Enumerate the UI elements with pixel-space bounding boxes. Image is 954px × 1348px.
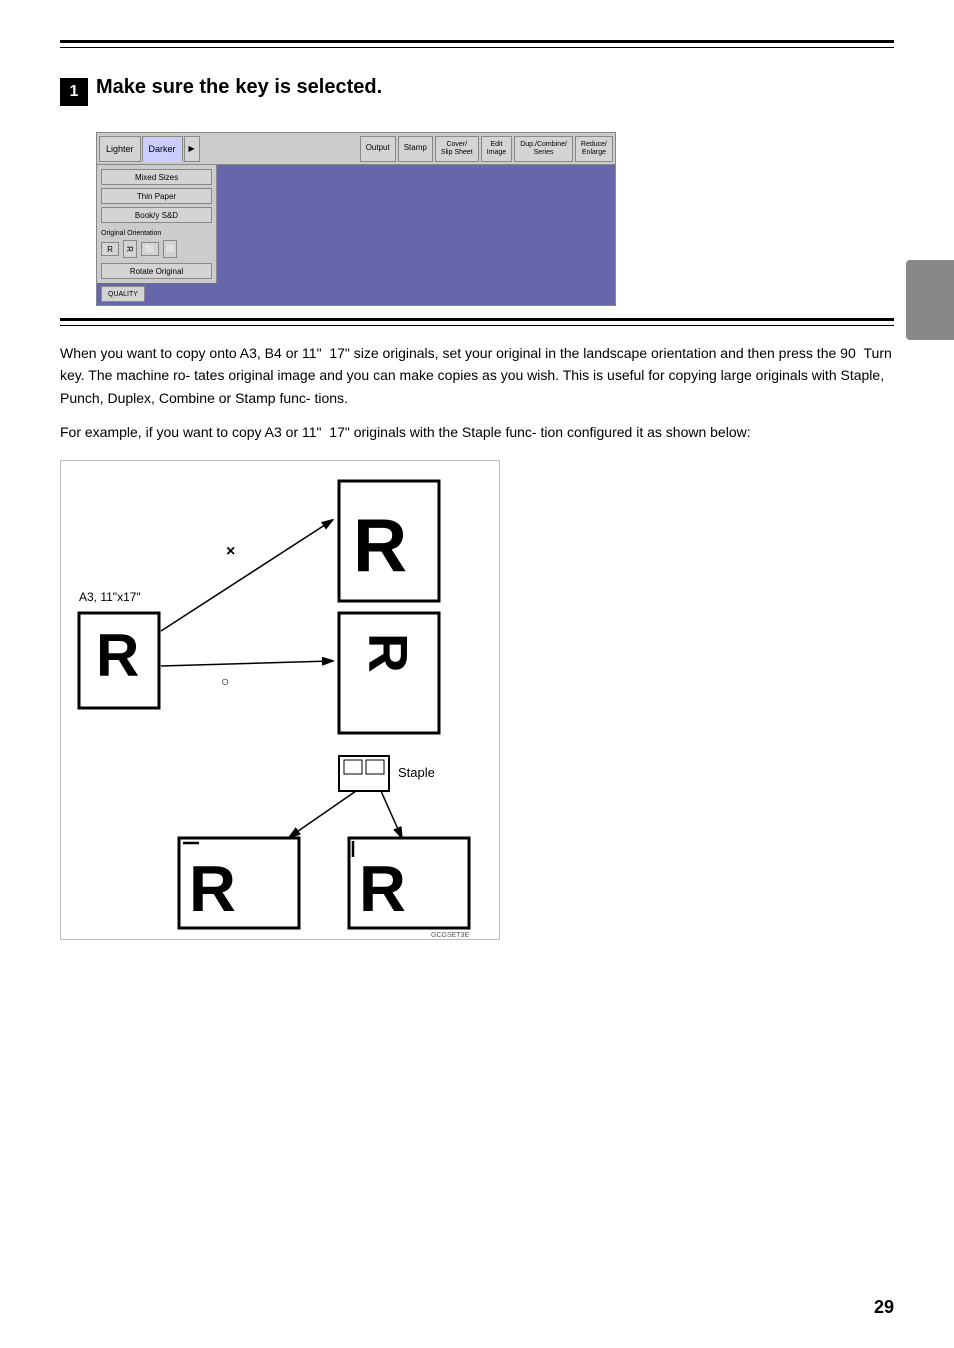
ui-btn-dup[interactable]: Dup./Combine/Series [514, 136, 573, 162]
bottom-right-r-letter: R [359, 852, 406, 925]
step-text-before: Make sure the [96, 76, 229, 99]
diagram-code: GCGSET3E [431, 932, 469, 939]
body-paragraph-2: For example, if you want to copy A3 or 1… [60, 421, 894, 443]
ui-toolbar: Lighter Darker ▶ Output Stamp Cover/Slip… [97, 133, 615, 165]
step-1-box: 1 Make sure the key is selected. [60, 66, 894, 116]
body-paragraph-1: When you want to copy onto A3, B4 or 11"… [60, 342, 894, 409]
step-number: 1 [60, 78, 88, 106]
ui-btn-thin-paper[interactable]: Thin Paper [101, 188, 212, 204]
top-separator [60, 40, 894, 48]
ui-btn-book[interactable]: Book/y S&D [101, 207, 212, 223]
ui-content: Mixed Sizes Thin Paper Book/y S&D Origin… [97, 165, 615, 283]
mid-right-r-rotated: R [357, 633, 419, 673]
arrow-o-line [161, 661, 331, 666]
ui-btn-mixed-sizes[interactable]: Mixed Sizes [101, 169, 212, 185]
top-right-r-letter: R [353, 503, 407, 587]
step-text-after: key is selected. [235, 76, 382, 99]
ui-orient-btn-1[interactable]: R [101, 242, 119, 256]
arrow-staple-left [291, 791, 356, 836]
ui-orient-btn-2[interactable]: R [123, 240, 137, 258]
bottom-left-r-letter: R [189, 852, 236, 925]
ui-btn-reduce[interactable]: Reduce/Enlarge [575, 136, 613, 162]
ui-btn-stamp[interactable]: Stamp [398, 136, 433, 162]
ui-toolbar-right: Output Stamp Cover/Slip Sheet EditImage … [360, 133, 613, 164]
diagram-label: A3, 11"x17" [79, 590, 141, 604]
ui-btn-edit[interactable]: EditImage [481, 136, 512, 162]
diagram-svg: A3, 11"x17" R R × ○ R Staple [61, 461, 501, 941]
arrow-x-line [161, 521, 331, 631]
section-separator-thick [60, 318, 894, 321]
ui-btn-cover[interactable]: Cover/Slip Sheet [435, 136, 479, 162]
ui-orientation-label: Original Orientation [101, 230, 212, 237]
ui-right-area [217, 165, 615, 283]
staple-icon-inner2 [366, 760, 384, 774]
ui-orient-btn-3[interactable]: ⬜ [141, 242, 159, 256]
thick-line [60, 40, 894, 43]
ui-left-panel: Mixed Sizes Thin Paper Book/y S&D Origin… [97, 165, 217, 283]
step-instruction: Make sure the key is selected. [96, 76, 894, 99]
ui-panel: Lighter Darker ▶ Output Stamp Cover/Slip… [96, 132, 616, 306]
ui-tabs-left: Lighter Darker ▶ [99, 133, 200, 164]
side-tab [906, 260, 954, 340]
ui-btn-output[interactable]: Output [360, 136, 396, 162]
ui-orientation-buttons: R R ⬜ ⬜ [101, 242, 212, 256]
mid-right-r-box [339, 613, 439, 733]
staple-icon-inner [344, 760, 362, 774]
left-r-letter: R [96, 622, 139, 689]
svg-text:R: R [357, 633, 419, 673]
page-number: 29 [874, 1297, 894, 1318]
diagram-container: A3, 11"x17" R R × ○ R Staple [60, 460, 500, 940]
section-separator-thin [60, 325, 894, 326]
ui-btn-rotate[interactable]: Rotate Original [101, 263, 212, 279]
ui-bottom-bar: QUALITY [97, 283, 615, 305]
page-container: 1 Make sure the key is selected. Lighter… [0, 0, 954, 1348]
thin-line [60, 47, 894, 48]
ui-tab-lighter[interactable]: Lighter [99, 136, 141, 162]
ui-bottom-tab-quality[interactable]: QUALITY [101, 286, 145, 302]
staple-text: Staple [398, 765, 435, 780]
ui-tab-arrow[interactable]: ▶ [184, 136, 200, 162]
x-label: × [226, 543, 235, 560]
arrow-staple-right [381, 791, 401, 836]
ui-tab-darker[interactable]: Darker [142, 136, 183, 162]
ui-orient-btn-4[interactable]: ⬜ [163, 240, 177, 258]
o-label: ○ [221, 673, 229, 689]
